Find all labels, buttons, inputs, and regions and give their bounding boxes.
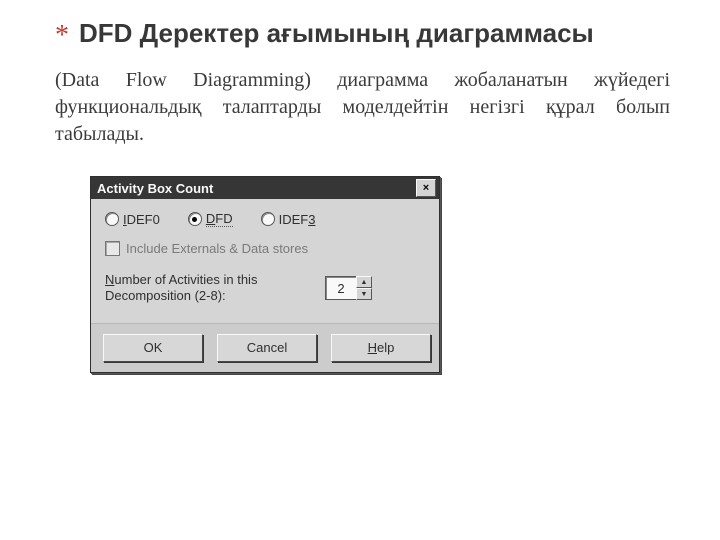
body-paragraph: (Data Flow Diagramming) диаграмма жобала… [55, 67, 670, 148]
dialog-button-row: OK Cancel Help [91, 323, 439, 372]
activity-count-row: Number of Activities in this Decompositi… [105, 272, 425, 305]
include-externals-checkbox[interactable]: Include Externals & Data stores [105, 241, 425, 256]
close-icon[interactable]: × [416, 179, 436, 197]
ok-button[interactable]: OK [103, 334, 203, 362]
radio-idef0-indicator [105, 212, 119, 226]
radio-idef3-indicator [261, 212, 275, 226]
radio-idef3-label: IDEF3 [279, 212, 316, 227]
slide-heading: * DFD Деректер ағымының диаграммасы [55, 18, 670, 49]
diagram-type-radio-group: IDEF0 DFD IDEF3 [105, 211, 425, 227]
activity-count-spinner[interactable]: 2 ▲ ▼ [325, 276, 372, 300]
radio-dfd[interactable]: DFD [188, 211, 233, 227]
spinner-up-icon[interactable]: ▲ [356, 276, 372, 288]
heading-text: DFD Деректер ағымының диаграммасы [79, 18, 594, 49]
cancel-button[interactable]: Cancel [217, 334, 317, 362]
radio-idef0[interactable]: IDEF0 [105, 212, 160, 227]
checkbox-box-icon [105, 241, 120, 256]
help-button[interactable]: Help [331, 334, 431, 362]
radio-idef0-label: IDEF0 [123, 212, 160, 227]
heading-bullet: * [55, 22, 69, 50]
dialog-titlebar[interactable]: Activity Box Count × [91, 177, 439, 199]
activity-count-label: Number of Activities in this Decompositi… [105, 272, 315, 305]
activity-count-value[interactable]: 2 [325, 276, 356, 300]
spinner-down-icon[interactable]: ▼ [356, 288, 372, 300]
dialog-title: Activity Box Count [97, 181, 416, 196]
radio-dfd-indicator [188, 212, 202, 226]
checkbox-label: Include Externals & Data stores [126, 241, 308, 256]
activity-box-count-dialog: Activity Box Count × IDEF0 DFD IDEF3 [90, 176, 440, 373]
radio-idef3[interactable]: IDEF3 [261, 212, 316, 227]
radio-dfd-label: DFD [206, 211, 233, 227]
